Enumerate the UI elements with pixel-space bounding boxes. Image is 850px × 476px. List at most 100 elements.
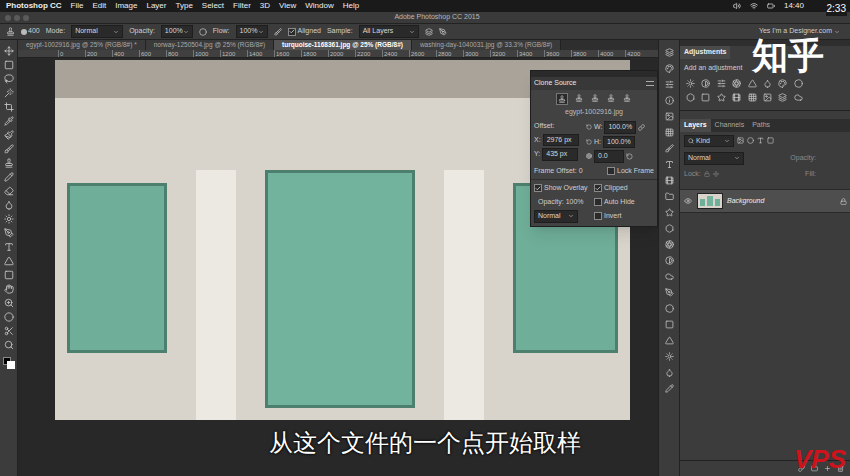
menu-item[interactable]: Select [202,0,224,12]
aligned-option[interactable]: Aligned [288,26,321,37]
h-field[interactable]: 100.0% [603,136,635,149]
pressure-size-icon[interactable] [439,28,447,36]
source-button[interactable] [622,93,632,105]
source-button[interactable] [556,93,568,105]
clipped-checkbox[interactable] [594,184,602,192]
adjustment-icon[interactable] [717,93,726,102]
panel-icon[interactable] [665,160,674,169]
panel-icon[interactable] [665,288,674,297]
tool-icon[interactable] [4,144,14,154]
tool-icon[interactable] [4,102,14,112]
adjustment-icon[interactable] [763,93,772,102]
panel-icon[interactable] [665,224,674,233]
menu-item[interactable]: View [279,0,296,12]
auto-hide-checkbox[interactable] [594,198,602,206]
adjustment-icon[interactable] [686,93,695,102]
minimize-button[interactable] [14,15,20,21]
panel-icon[interactable] [665,48,674,57]
panel-icon[interactable] [665,192,674,201]
adjustment-icon[interactable] [778,93,787,102]
adjustment-icon[interactable] [794,79,803,88]
aligned-checkbox[interactable] [288,28,296,36]
menu-item[interactable]: Edit [92,0,106,12]
flow-field[interactable]: 100% [236,25,268,38]
overlay-opacity[interactable]: 100% [566,197,584,208]
source-button[interactable] [606,93,616,105]
canvas[interactable]: Clone Sourceegypt-1002916.jpgOffset:X:29… [18,58,658,476]
adjustment-icon[interactable] [686,79,695,88]
tool-icon[interactable] [4,270,14,280]
document-tab[interactable]: turquoise-1168361.jpg @ 25% (RGB/8#) [274,40,412,50]
sample-dropdown[interactable]: All Layers [359,25,419,38]
volume-icon[interactable] [733,2,741,10]
menu-item[interactable]: Type [175,0,192,12]
layer-filter[interactable]: Kind [684,135,734,148]
tool-icon[interactable] [4,172,14,182]
y-field[interactable]: 435 px [542,148,578,161]
panel-icon[interactable] [665,320,674,329]
frame-offset[interactable]: Frame Offset: 0 [534,166,583,177]
adjustment-icon[interactable] [701,79,710,88]
tool-icon[interactable] [4,242,14,252]
panel-icon[interactable] [665,176,674,185]
adjustment-icon[interactable] [732,79,741,88]
panel-tab[interactable]: Clone Source [534,78,576,89]
layer-blend-dropdown[interactable]: Normal [684,152,744,165]
filter-shape-icon[interactable] [767,137,774,144]
tool-icon[interactable] [4,228,14,238]
tool-icon[interactable] [4,340,14,350]
panel-tab[interactable]: Paths [748,119,774,132]
menu-item[interactable]: 3D [260,0,270,12]
w-field[interactable]: 100.0% [604,121,636,134]
source-button[interactable] [590,93,600,105]
document-tab[interactable]: norway-1250504.jpg @ 25% (RGB/8#) [146,40,274,50]
filter-pixel-icon[interactable] [737,137,744,144]
flip-icon[interactable] [586,124,592,130]
panel-icon[interactable] [665,128,674,137]
app-menu[interactable]: Photoshop CC [6,0,62,12]
wifi-icon[interactable] [750,2,758,10]
menu-item[interactable]: Layer [146,0,166,12]
menu-item[interactable]: Help [343,0,359,12]
tool-icon[interactable] [4,60,14,70]
ignore-adjustments-icon[interactable] [425,28,433,36]
panel-icon[interactable] [665,144,674,153]
tool-icon[interactable] [4,88,14,98]
panel-icon[interactable] [665,304,674,313]
link-icon[interactable] [638,124,645,131]
lock-frame-checkbox[interactable] [607,167,615,175]
panel-icon[interactable] [665,336,674,345]
document-tab[interactable]: egypt-1002916.jpg @ 25% (RGB/8#) * [18,40,146,50]
airbrush-icon[interactable] [274,28,282,36]
angle-field[interactable]: 0.0 [594,150,624,163]
zoom-button[interactable] [23,15,29,21]
layer-row[interactable]: Background [680,189,850,213]
clone-stamp-icon[interactable] [6,27,15,36]
panel-icon[interactable] [665,256,674,265]
menu-item[interactable]: Filter [233,0,251,12]
opacity-field[interactable]: 100% [161,25,193,38]
tool-icon[interactable] [4,158,14,168]
menu-item[interactable]: File [71,0,84,12]
eye-icon[interactable] [684,197,692,205]
panel-icon[interactable] [665,64,674,73]
adjustment-icon[interactable] [732,93,741,102]
panel-icon[interactable] [665,80,674,89]
reset-icon[interactable] [626,153,633,160]
panel-icon[interactable] [665,368,674,377]
filter-type-icon[interactable] [757,137,764,144]
tool-icon[interactable] [4,312,14,322]
adjustment-icon[interactable] [717,79,726,88]
tool-icon[interactable] [4,186,14,196]
brush-size[interactable]: 400 [21,26,40,37]
tool-icon[interactable] [4,326,14,336]
flip-icon[interactable] [586,139,592,145]
adjustment-icon[interactable] [778,79,787,88]
overlay-blend-dropdown[interactable]: Normal [534,210,578,223]
panel-icon[interactable] [665,240,674,249]
panel-tab[interactable]: Layers [680,119,711,132]
layer-opacity[interactable]: Opacity: [790,153,846,164]
panel-icon[interactable] [665,112,674,121]
adjustment-icon[interactable] [748,79,757,88]
menu-item[interactable]: Image [115,0,137,12]
